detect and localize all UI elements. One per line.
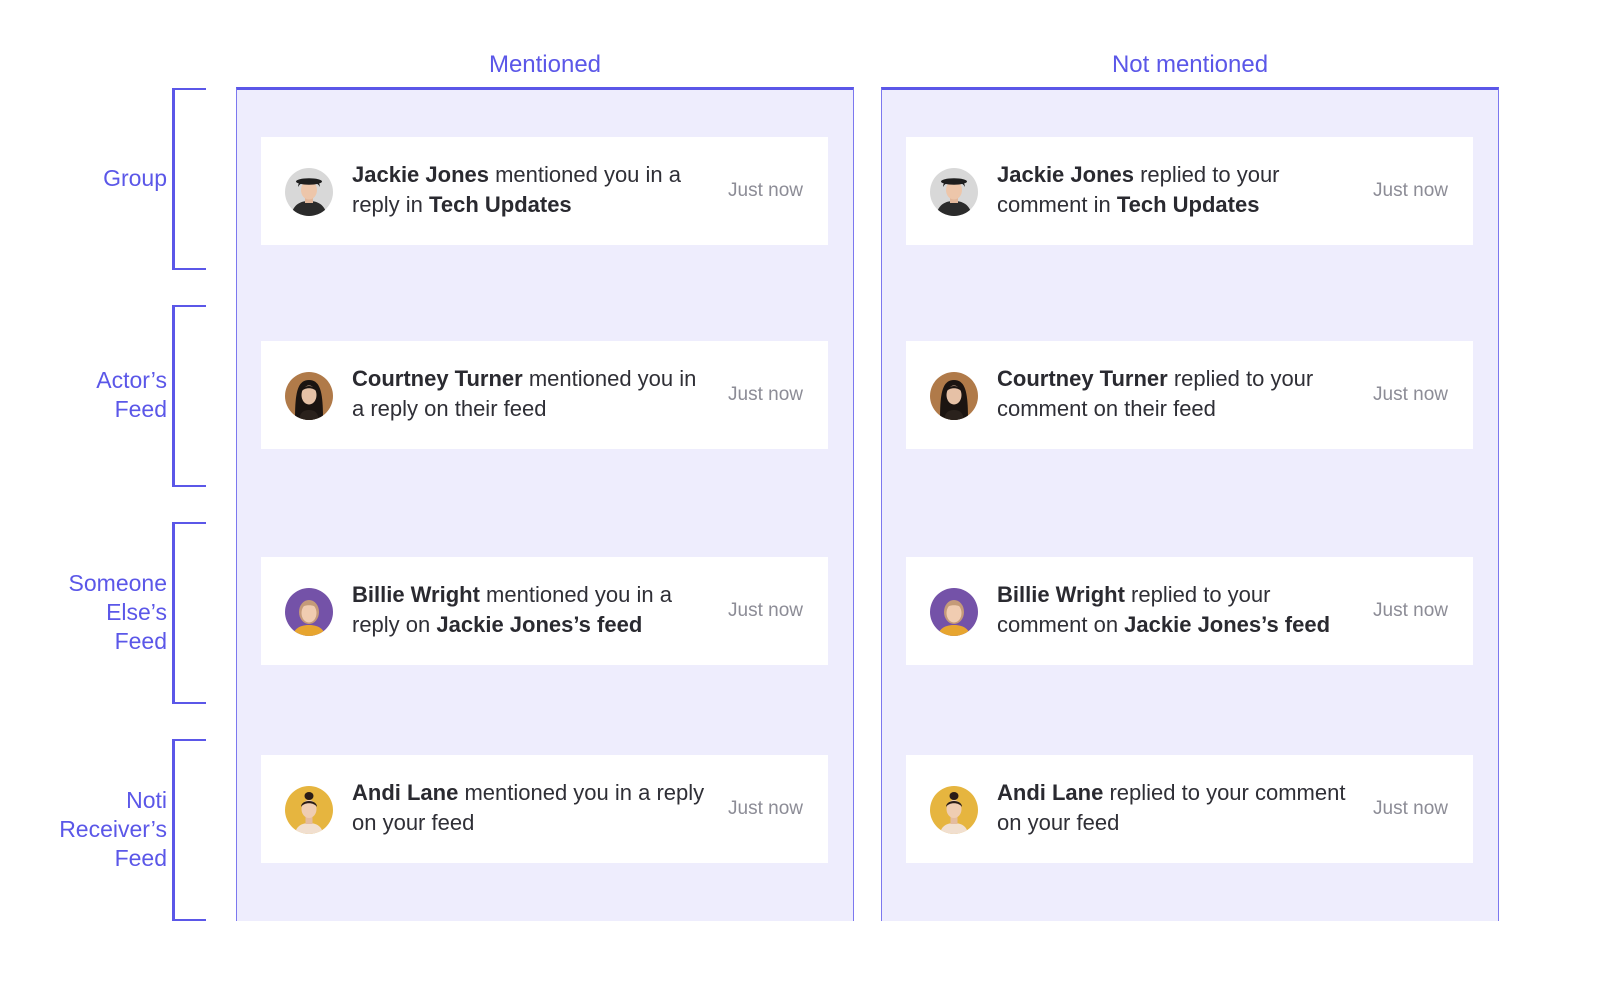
timestamp: Just now — [1373, 798, 1448, 819]
notification-card[interactable]: Courtney Turner replied to your comment … — [906, 341, 1473, 449]
row-label-noti-receivers-feed: Noti Receiver’s Feed — [59, 786, 167, 873]
avatar-jackie-jones — [930, 168, 978, 216]
row-label-line: Feed — [114, 845, 167, 871]
row-bracket-actors-feed — [172, 305, 206, 487]
notification-message: Jackie Jones mentioned you in a reply in… — [352, 160, 712, 220]
notification-message: Jackie Jones replied to your comment in … — [997, 160, 1357, 220]
notification-message: Andi Lane replied to your comment on you… — [997, 778, 1357, 838]
row-label-line: Noti — [126, 787, 167, 813]
actor-name: Billie Wright — [352, 582, 480, 607]
column-title-not-mentioned: Not mentioned — [1111, 51, 1269, 78]
avatar-andi-lane — [285, 786, 333, 834]
column-title-mentioned: Mentioned — [488, 51, 602, 78]
timestamp: Just now — [1373, 384, 1448, 405]
notification-card[interactable]: Billie Wright replied to your comment on… — [906, 557, 1473, 665]
row-label-line: Receiver’s — [59, 816, 167, 842]
timestamp: Just now — [1373, 600, 1448, 621]
avatar — [930, 588, 978, 636]
row-label-someone-elses-feed: Someone Else’s Feed — [69, 569, 167, 656]
avatar — [285, 786, 333, 834]
actor-name: Andi Lane — [997, 780, 1104, 805]
avatar-courtney-turner — [285, 372, 333, 420]
row-label-line: Group — [103, 165, 167, 191]
notification-message: Billie Wright replied to your comment on… — [997, 580, 1357, 640]
avatar — [930, 786, 978, 834]
avatar-andi-lane — [930, 786, 978, 834]
timestamp: Just now — [728, 384, 803, 405]
actor-name: Courtney Turner — [997, 366, 1168, 391]
avatar — [285, 168, 333, 216]
row-label-actors-feed: Actor’s Feed — [96, 366, 167, 424]
avatar — [930, 372, 978, 420]
row-label-group: Group — [103, 164, 167, 193]
avatar-billie-wright — [285, 588, 333, 636]
actor-name: Jackie Jones — [997, 162, 1134, 187]
notification-card[interactable]: Billie Wright mentioned you in a reply o… — [261, 557, 828, 665]
notification-message: Billie Wright mentioned you in a reply o… — [352, 580, 712, 640]
row-label-line: Feed — [114, 396, 167, 422]
timestamp: Just now — [728, 180, 803, 201]
avatar — [285, 588, 333, 636]
row-bracket-someone-elses-feed — [172, 522, 206, 704]
notification-card[interactable]: Andi Lane replied to your comment on you… — [906, 755, 1473, 863]
row-bracket-group — [172, 88, 206, 270]
avatar-jackie-jones — [285, 168, 333, 216]
notification-card[interactable]: Jackie Jones replied to your comment in … — [906, 137, 1473, 245]
actor-name: Courtney Turner — [352, 366, 523, 391]
notification-message: Andi Lane mentioned you in a reply on yo… — [352, 778, 712, 838]
actor-name: Billie Wright — [997, 582, 1125, 607]
notification-card[interactable]: Courtney Turner mentioned you in a reply… — [261, 341, 828, 449]
row-bracket-noti-receivers-feed — [172, 739, 206, 921]
avatar-courtney-turner — [930, 372, 978, 420]
row-label-line: Actor’s — [96, 367, 167, 393]
timestamp: Just now — [728, 798, 803, 819]
notification-card[interactable]: Jackie Jones mentioned you in a reply in… — [261, 137, 828, 245]
row-label-line: Someone — [68, 570, 167, 596]
timestamp: Just now — [728, 600, 803, 621]
avatar-billie-wright — [930, 588, 978, 636]
avatar — [285, 372, 333, 420]
target-name: Jackie Jones’s feed — [436, 612, 643, 637]
target-name: Tech Updates — [429, 192, 572, 217]
row-label-line: Feed — [114, 628, 167, 654]
actor-name: Andi Lane — [352, 780, 459, 805]
row-label-line: Else’s — [106, 599, 167, 625]
notification-message: Courtney Turner replied to your comment … — [997, 364, 1357, 424]
target-name: Jackie Jones’s feed — [1124, 612, 1331, 637]
target-name: Tech Updates — [1116, 192, 1260, 217]
avatar — [930, 168, 978, 216]
timestamp: Just now — [1373, 180, 1448, 201]
notification-card[interactable]: Andi Lane mentioned you in a reply on yo… — [261, 755, 828, 863]
notification-message: Courtney Turner mentioned you in a reply… — [352, 364, 712, 424]
actor-name: Jackie Jones — [352, 162, 489, 187]
